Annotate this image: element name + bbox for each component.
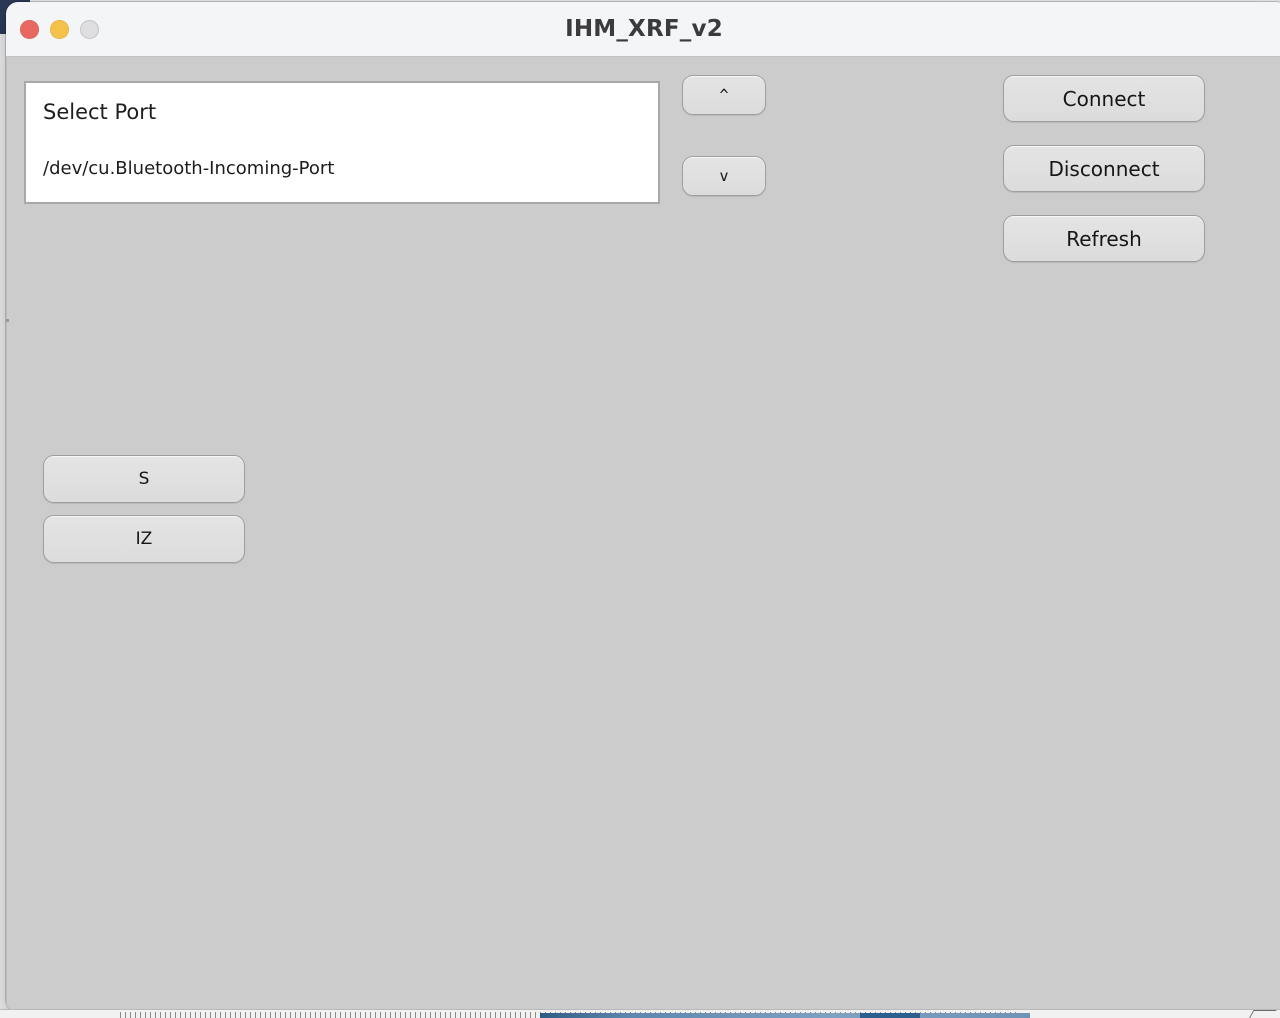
command-button-s-label: S (138, 469, 150, 489)
refresh-button[interactable]: Refresh (1003, 215, 1205, 262)
application-window: IHM_XRF_v2 Select Port /dev/cu.Bluetooth… (6, 2, 1280, 1012)
window-title: IHM_XRF_v2 (565, 16, 723, 42)
window-controls (20, 2, 99, 56)
scroll-down-button[interactable]: v (682, 156, 766, 196)
command-button-s[interactable]: S (43, 455, 245, 503)
port-listbox-header: Select Port (43, 100, 157, 124)
disconnect-button[interactable]: Disconnect (1003, 145, 1205, 192)
connect-button[interactable]: Connect (1003, 75, 1205, 122)
chevron-down-icon: v (719, 166, 729, 185)
background-sliver-corner (1248, 1010, 1277, 1018)
background-window-sliver-bottom (0, 1009, 1280, 1018)
background-sliver-bar (540, 1013, 1030, 1018)
scroll-up-button[interactable]: ^ (682, 75, 766, 115)
disconnect-button-label: Disconnect (1048, 156, 1160, 181)
close-window-button[interactable] (20, 19, 39, 39)
chevron-up-icon: ^ (719, 85, 729, 104)
command-button-iz-label: IZ (135, 529, 153, 549)
port-listbox[interactable]: Select Port /dev/cu.Bluetooth-Incoming-P… (24, 81, 660, 204)
maximize-window-button[interactable] (80, 19, 99, 39)
port-listbox-item[interactable]: /dev/cu.Bluetooth-Incoming-Port (43, 158, 334, 179)
content-left-edge-rule (6, 57, 7, 1012)
refresh-button-label: Refresh (1066, 226, 1142, 251)
minimize-window-button[interactable] (50, 19, 69, 39)
desktop-background: IHM_XRF_v2 Select Port /dev/cu.Bluetooth… (0, 0, 1280, 1018)
background-sliver-accent (860, 1013, 920, 1018)
command-button-iz[interactable]: IZ (43, 515, 245, 563)
connect-button-label: Connect (1062, 86, 1146, 111)
content-left-edge-tick (6, 319, 9, 322)
window-content: Select Port /dev/cu.Bluetooth-Incoming-P… (6, 57, 1280, 1012)
window-titlebar: IHM_XRF_v2 (6, 2, 1280, 57)
